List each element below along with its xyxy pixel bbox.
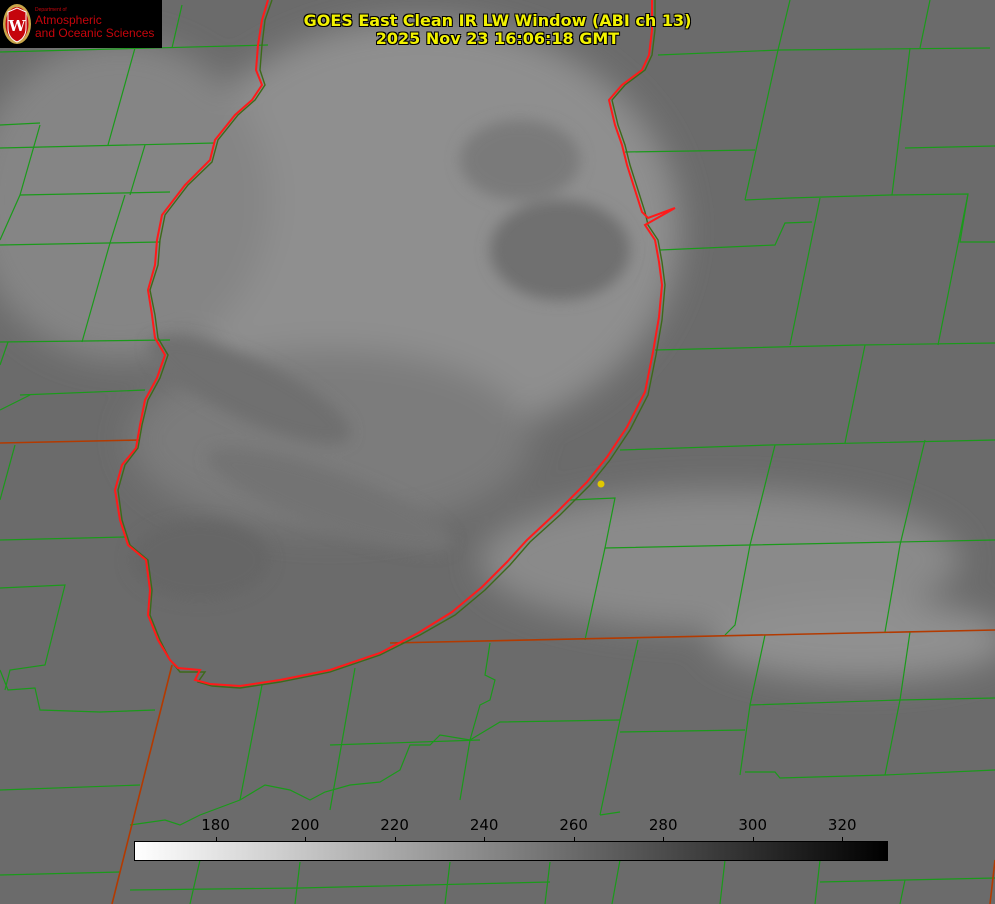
colorbar-tick-label: 300 <box>738 816 768 834</box>
colorbar-gradient <box>134 841 888 861</box>
colorbar: 180 200 220 240 260 280 300 320 <box>134 812 888 862</box>
colorbar-tick-label: 180 <box>201 816 230 834</box>
location-marker <box>597 480 605 488</box>
satellite-image <box>0 0 995 904</box>
colorbar-tick-label: 260 <box>559 816 588 834</box>
colorbar-tick-label: 320 <box>827 816 857 834</box>
colorbar-tick-mark <box>573 837 575 842</box>
colorbar-tick-label: 280 <box>648 816 678 834</box>
colorbar-tick-mark <box>484 837 486 842</box>
colorbar-tick-mark <box>305 837 307 842</box>
colorbar-tick-mark <box>752 837 754 842</box>
colorbar-tick-mark <box>842 837 844 842</box>
colorbar-tick-mark <box>394 837 396 842</box>
image-timestamp: 2025 Nov 23 16:06:18 GMT <box>375 29 620 48</box>
image-title: GOES East Clean IR LW Window (ABI ch 13) <box>303 11 692 30</box>
colorbar-tick-label: 220 <box>380 816 409 834</box>
colorbar-tick-mark <box>663 837 665 842</box>
satellite-viewer: W Department of Atmospheric and Oceanic … <box>0 0 995 904</box>
colorbar-tick-label: 240 <box>469 816 499 834</box>
colorbar-tick-mark <box>215 837 217 842</box>
colorbar-tick-label: 200 <box>290 816 320 834</box>
